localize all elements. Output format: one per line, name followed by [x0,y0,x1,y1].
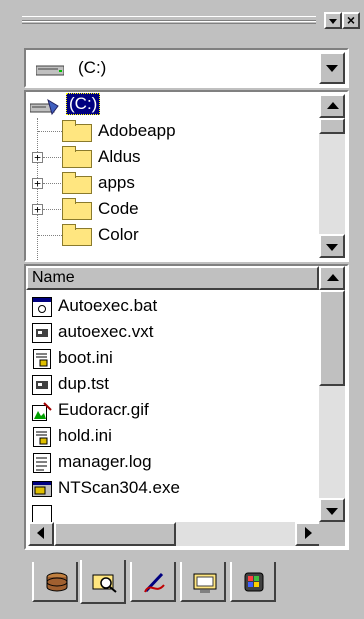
tree-item-label: Color [98,225,139,244]
tree-connector [38,235,62,236]
file-name: manager.log [58,452,152,471]
tree-item-aldus[interactable]: + Aldus [26,144,316,170]
tab-explorer[interactable] [80,560,126,604]
tab-display[interactable] [180,562,226,602]
tab-tools[interactable] [130,562,176,602]
file-name: boot.ini [58,348,113,367]
scroll-down-button[interactable] [319,234,345,258]
tree-connector [43,183,61,184]
folder-icon [62,224,92,246]
drive-dropdown-button[interactable] [319,52,345,84]
column-header-label: Name [32,269,75,286]
scrollbar-corner [319,522,345,546]
pen-icon [144,572,165,593]
text-file-icon [32,453,52,473]
generic-file-icon [32,323,52,343]
file-name: autoexec.vxt [58,322,154,341]
drive-selector[interactable]: (C:) [24,48,349,88]
chevron-down-icon [326,65,338,72]
tree-vertical-scrollbar[interactable] [319,94,345,258]
expand-icon[interactable]: + [32,204,43,215]
tab-disk[interactable] [32,562,78,602]
windows-icon [244,572,264,592]
drive-selector-value: (C:) [78,58,107,77]
scroll-right-button[interactable] [295,522,321,546]
hard-drive-icon [36,65,64,76]
ini-file-icon [32,349,52,369]
expand-icon[interactable]: + [32,178,43,189]
folder-icon [62,198,92,220]
arrow-down-icon [326,508,338,515]
ini-file-icon [32,427,52,447]
file-name: Eudoracr.gif [58,400,149,419]
file-name: dup.tst [58,374,110,393]
folder-search-icon [92,574,117,593]
file-list[interactable]: Name Autoexec.bat autoexec.vxt boot.ini [24,264,349,550]
hard-drive-icon [30,98,59,116]
tree-item-color[interactable]: Color [26,222,316,248]
tree-connector [43,157,61,158]
file-name: NTScan304.exe [58,478,180,497]
scroll-up-button[interactable] [319,94,345,118]
executable-file-icon [32,479,52,499]
monitor-icon [193,573,217,593]
collapse-button[interactable] [324,12,342,29]
tree-item-label: Adobeapp [98,121,176,140]
scroll-up-button[interactable] [319,266,345,290]
generic-file-icon [32,375,52,395]
drag-grip[interactable] [22,16,316,24]
folder-icon [62,172,92,194]
scroll-thumb[interactable] [54,522,176,546]
file-vertical-scrollbar[interactable] [319,266,345,522]
image-file-icon [32,401,52,421]
folder-icon [62,120,92,142]
arrow-left-icon [37,527,44,539]
folder-icon [62,146,92,168]
folder-tree[interactable]: (C:) Adobeapp + Aldus + apps + Code Colo… [24,90,349,262]
tree-item-apps[interactable]: + apps [26,170,316,196]
tree-item-adobeapp[interactable]: Adobeapp [26,118,316,144]
arrow-up-icon [327,274,339,281]
arrow-up-icon [327,102,339,109]
database-icon [46,572,68,592]
tree-item-label: Aldus [98,147,141,166]
column-header-name[interactable]: Name [26,266,319,290]
tab-windows[interactable] [230,562,276,602]
scroll-thumb[interactable] [319,290,345,386]
file-name: hold.ini [58,426,112,445]
expand-icon[interactable]: + [32,152,43,163]
close-button[interactable]: × [342,12,360,29]
arrow-down-icon [326,244,338,251]
scroll-thumb[interactable] [319,118,345,134]
tree-item-label: (C:) [66,93,101,115]
tree-connector [43,209,61,210]
scroll-left-button[interactable] [28,522,54,546]
file-name: Autoexec.bat [58,296,158,315]
chevron-down-icon [329,19,337,24]
tab-strip [32,560,332,608]
arrow-right-icon [305,527,312,539]
batch-file-icon [32,297,52,317]
tree-item-label: Code [98,199,139,218]
close-icon: × [346,12,356,28]
file-horizontal-scrollbar[interactable] [28,522,321,546]
panel-titlebar[interactable]: × [12,8,360,32]
tree-item-code[interactable]: + Code [26,196,316,222]
tree-connector [38,131,62,132]
tree-item-root[interactable]: (C:) [26,92,226,118]
tree-item-label: apps [98,173,135,192]
scroll-down-button[interactable] [319,498,345,522]
